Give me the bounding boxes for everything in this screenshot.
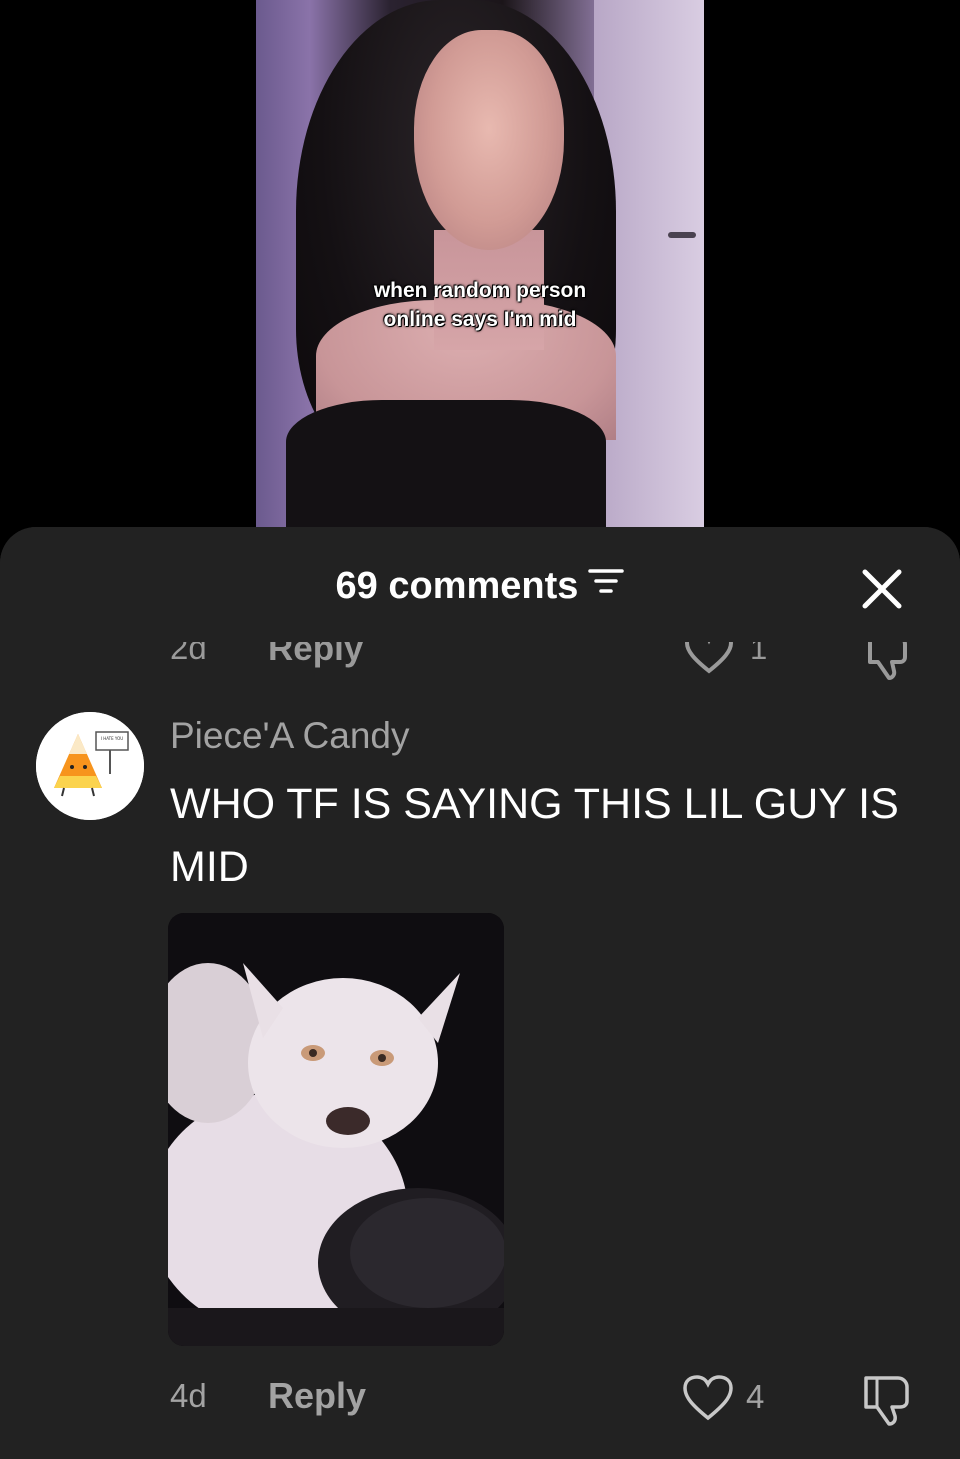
candy-corn-avatar-image: I HATE YOU [36, 712, 144, 820]
video-subject-face [414, 30, 564, 250]
comments-sheet: 2d Reply 1 69 comments I HATE YOU Piece'… [0, 527, 960, 1459]
door-handle [668, 232, 696, 238]
close-x-icon[interactable] [860, 567, 904, 611]
reply-button[interactable]: Reply [268, 1375, 366, 1417]
comments-count-title[interactable]: 69 comments [0, 565, 960, 608]
avatar-sign-text: I HATE YOU [101, 736, 124, 741]
comment-time: 4d [170, 1377, 207, 1414]
comment-username[interactable]: Piece'A Candy [170, 715, 410, 757]
heart-icon[interactable] [682, 1374, 734, 1427]
comments-count-label: 69 comments [335, 565, 579, 607]
video-caption: when random person online says I'm mid [256, 276, 704, 334]
filter-lines-icon[interactable] [588, 562, 625, 605]
video-caption-line-1: when random person [373, 279, 587, 302]
like-count: 4 [746, 1378, 765, 1415]
hissing-cat-illustration [168, 913, 504, 1346]
comment-text: WHO TF IS SAYING THIS LIL GUY IS MID [170, 780, 899, 891]
video-player[interactable]: when random person online says I'm mid [256, 0, 704, 527]
comments-header: 69 comments [0, 527, 960, 642]
thumbs-down-icon[interactable] [860, 1374, 914, 1431]
video-caption-line-2: online says I'm mid [383, 308, 577, 331]
comment-gif-image[interactable] [168, 913, 504, 1346]
avatar[interactable]: I HATE YOU [36, 712, 144, 820]
video-subject-top [286, 400, 606, 527]
